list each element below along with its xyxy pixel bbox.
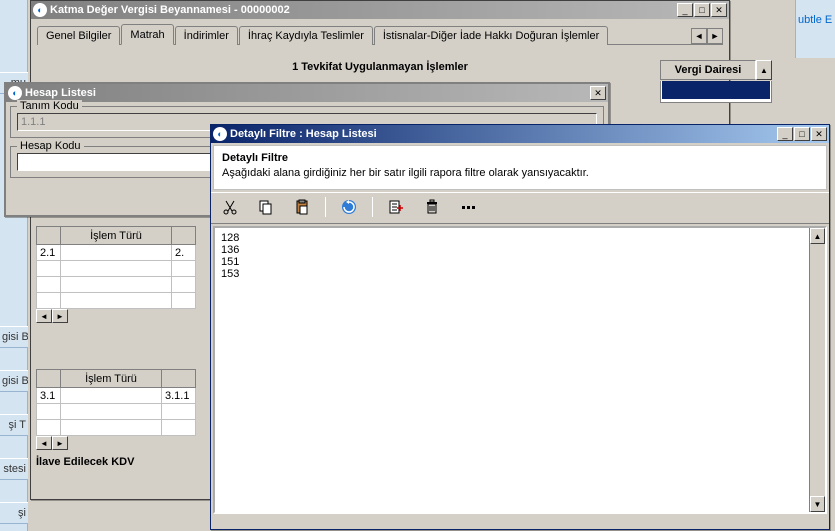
islem-turu-table-2[interactable]: İşlem Türü 3.13.1.1: [36, 369, 196, 436]
app-icon: ◐: [213, 127, 227, 141]
hesap-kodu-label: Hesap Kodu: [17, 140, 84, 152]
section-title: 1 Tevkifat Uygulanmayan İşlemler: [47, 61, 713, 73]
col-header: İşlem Türü: [61, 227, 172, 245]
maximize-button[interactable]: □: [794, 127, 810, 141]
more-icon[interactable]: [459, 198, 477, 216]
app-icon: ◐: [33, 3, 47, 17]
info-title: Detaylı Filtre: [222, 152, 818, 164]
hscroll-right[interactable]: ►: [52, 309, 68, 323]
vergi-dairesi-grid[interactable]: Vergi Dairesi ▲: [660, 60, 772, 103]
tab-indirimler[interactable]: İndirimler: [175, 26, 238, 45]
delete-icon[interactable]: [423, 198, 441, 216]
vscroll-up[interactable]: ▲: [756, 60, 772, 80]
filter-textarea-wrap: ▲ ▼: [213, 226, 827, 514]
window-titlebar[interactable]: ◐ Detaylı Filtre : Hesap Listesi _ □ ✕: [211, 125, 829, 143]
tab-scroll-right[interactable]: ►: [707, 28, 723, 44]
tanim-kodu-label: Tanım Kodu: [17, 100, 82, 112]
hscroll-left[interactable]: ◄: [36, 436, 52, 450]
window-title: Detaylı Filtre : Hesap Listesi: [230, 128, 777, 140]
col-header: İşlem Türü: [61, 370, 162, 388]
minimize-button[interactable]: _: [777, 127, 793, 141]
sidebar-item[interactable]: şi: [0, 502, 28, 524]
vscroll-down[interactable]: ▼: [810, 496, 825, 512]
toolbar-separator: [372, 197, 373, 217]
window-title: Hesap Listesi: [25, 87, 590, 99]
islem-turu-area: İşlem Türü 2.12. ◄ ► İşlem Türü 3.13.1.1…: [36, 226, 206, 472]
toolbar-separator: [325, 197, 326, 217]
insert-row-icon[interactable]: [387, 198, 405, 216]
vertical-scrollbar[interactable]: ▲ ▼: [809, 228, 825, 512]
window-titlebar[interactable]: ◐ Hesap Listesi ✕: [6, 84, 608, 102]
app-right-hint: ubtle E: [795, 0, 835, 58]
vscroll-up[interactable]: ▲: [810, 228, 825, 244]
tab-genel-bilgiler[interactable]: Genel Bilgiler: [37, 26, 120, 45]
tab-ihrac-kaydi[interactable]: İhraç Kaydıyla Teslimler: [239, 26, 373, 45]
hscroll-right[interactable]: ►: [52, 436, 68, 450]
vergi-row-selected[interactable]: [662, 81, 770, 99]
filter-textarea[interactable]: [215, 228, 809, 512]
copy-icon[interactable]: [257, 198, 275, 216]
minimize-button[interactable]: _: [677, 3, 693, 17]
refresh-icon[interactable]: [340, 198, 358, 216]
close-button[interactable]: ✕: [590, 86, 606, 100]
paste-icon[interactable]: [293, 198, 311, 216]
ilave-kdv-label: İlave Edilecek KDV: [36, 456, 206, 468]
window-title: Katma Değer Vergisi Beyannamesi - 000000…: [50, 4, 677, 16]
sidebar-item[interactable]: gisi Be: [0, 370, 28, 392]
info-text: Aşağıdaki alana girdiğiniz her bir satır…: [222, 167, 818, 179]
tab-scroll-left[interactable]: ◄: [691, 28, 707, 44]
tab-istisnalar[interactable]: İstisnalar-Diğer İade Hakkı Doğuran İşle…: [374, 26, 608, 45]
close-button[interactable]: ✕: [711, 3, 727, 17]
window-titlebar[interactable]: ◐ Katma Değer Vergisi Beyannamesi - 0000…: [31, 1, 729, 19]
tab-bar: Genel Bilgiler Matrah İndirimler İhraç K…: [37, 25, 723, 45]
sidebar-item[interactable]: şi T: [0, 414, 28, 436]
filter-toolbar: [211, 192, 829, 224]
sidebar-item[interactable]: stesi: [0, 458, 28, 480]
detayli-filtre-window: ◐ Detaylı Filtre : Hesap Listesi _ □ ✕ D…: [210, 124, 830, 530]
info-panel: Detaylı Filtre Aşağıdaki alana girdiğini…: [213, 145, 827, 190]
hscroll-left[interactable]: ◄: [36, 309, 52, 323]
cut-icon[interactable]: [221, 198, 239, 216]
app-left-sidebar: mu gisi Be gisi Be şi T stesi şi: [0, 0, 28, 531]
sidebar-item[interactable]: gisi Be: [0, 326, 28, 348]
maximize-button[interactable]: □: [694, 3, 710, 17]
app-icon: ◐: [8, 86, 22, 100]
islem-turu-table-1[interactable]: İşlem Türü 2.12.: [36, 226, 196, 309]
col-vergi-dairesi: Vergi Dairesi: [660, 60, 756, 80]
close-button[interactable]: ✕: [811, 127, 827, 141]
tab-matrah[interactable]: Matrah: [121, 24, 173, 45]
